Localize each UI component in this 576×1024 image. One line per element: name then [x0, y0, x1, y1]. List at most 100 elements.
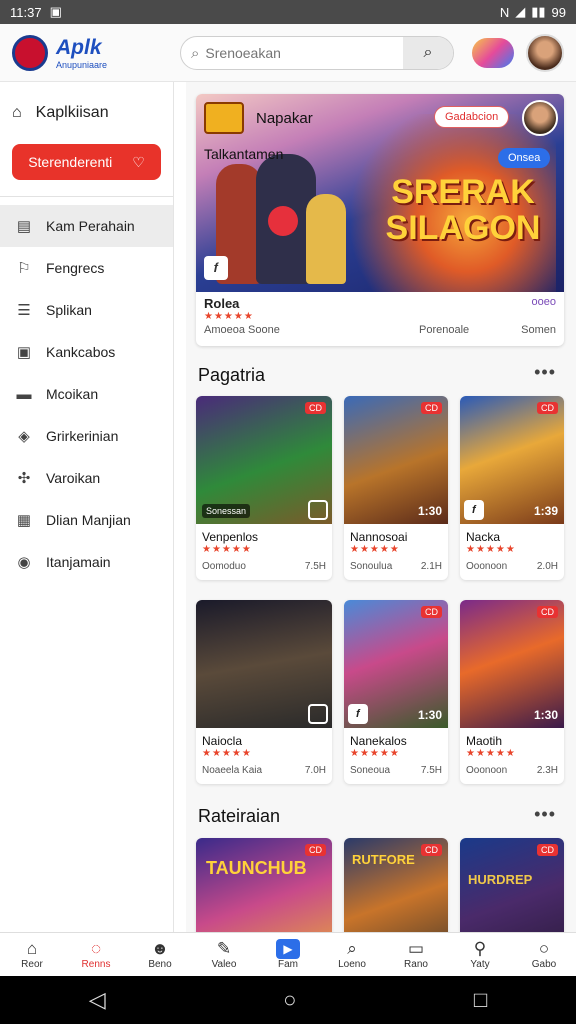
user-avatar[interactable] — [526, 34, 564, 72]
bottom-nav-item-2[interactable]: ☻ Beno — [128, 933, 192, 976]
card-stars: ★★★★★ — [466, 544, 516, 555]
card-duration: 2.0H — [536, 561, 558, 572]
sidebar: ⌂ Kaplkiisan Sterenderenti ♡ ▤ Kam Peraha… — [0, 82, 174, 932]
game-card[interactable]: Naiocla ★★★★★ Noaeela Kaia 7.0H — [196, 600, 332, 784]
card-tag: CD — [305, 402, 326, 414]
card-meta: Sonoulua — [350, 561, 393, 572]
bottom-nav-item-0[interactable]: ⌂ Reor — [0, 933, 64, 976]
recents-icon[interactable]: □ — [474, 987, 487, 1013]
sidebar-item-label: Kam Perahain — [46, 218, 135, 234]
bottom-nav-item-6[interactable]: ▭ Rano — [384, 933, 448, 976]
bottom-nav-label: Loeno — [338, 959, 366, 970]
shape-icon — [308, 704, 328, 724]
list-icon: ☰ — [17, 302, 31, 319]
system-nav-bar: ◁ ○ □ — [0, 976, 576, 1024]
game-card[interactable]: CD 𝒇 1:39 Nacka ★★★★★ Ooonoon 2.0H — [460, 396, 564, 580]
featured-game-title: SRERAK SILAGON — [385, 173, 541, 247]
sidebar-item-label: Itanjamain — [46, 554, 111, 570]
bottom-nav-item-7[interactable]: ⚲ Yaty — [448, 933, 512, 976]
sidebar-item-label: Mcoikan — [46, 386, 99, 402]
sidebar-home[interactable]: ⌂ Kaplkiisan — [0, 82, 173, 144]
sidebar-item-6[interactable]: ✣ Varoikan — [0, 457, 173, 499]
more-options-icon[interactable]: ••• — [534, 362, 556, 383]
brand-name: Aplk — [56, 35, 102, 59]
sidebar-item-3[interactable]: ▣ Kankcabos — [0, 331, 173, 373]
bottom-nav-item-5[interactable]: ⌕ Loeno — [320, 933, 384, 976]
bookmark-icon: ⚐ — [17, 260, 31, 277]
card-name: Maotih — [466, 734, 503, 748]
sidebar-action-button[interactable]: Sterenderenti ♡ — [12, 144, 161, 180]
compass-icon: ◈ — [18, 428, 30, 445]
signal-icon: ▮▮ — [531, 4, 546, 19]
circle-icon: ○ — [538, 939, 550, 958]
game-card[interactable]: CD Sonessan Venpenlos ★★★★★ Oomoduo 7.5H — [196, 396, 332, 580]
card-duration: 7.5H — [420, 765, 442, 776]
game-card[interactable]: CD RUTFORE — [344, 838, 448, 932]
more-options-icon[interactable]: ••• — [534, 804, 556, 825]
notification-icon: ▣ — [49, 4, 62, 19]
bottom-nav-item-3[interactable]: ✎ Valeo — [192, 933, 256, 976]
sidebar-item-1[interactable]: ⚐ Fengrecs — [0, 247, 173, 289]
featured-title: Napakar — [256, 110, 313, 127]
bottom-nav-item-1[interactable]: ◌ Renns — [64, 933, 128, 976]
sidebar-home-label: Kaplkiisan — [35, 104, 109, 121]
featured-pill-button[interactable]: Onsea — [498, 148, 551, 168]
featured-meta-right: ooeo — [531, 296, 556, 308]
bottom-nav-item-4[interactable]: ▶ Fam — [256, 933, 320, 976]
search-icon: ⌕ — [423, 44, 433, 61]
card-duration: 7.0H — [304, 765, 326, 776]
sidebar-item-7[interactable]: ▦ Dlian Manjian — [0, 499, 173, 541]
sidebar-item-0[interactable]: ▤ Kam Perahain — [0, 205, 173, 247]
search-bar: ⌕ ⌕ — [180, 36, 454, 70]
search-input[interactable] — [205, 45, 396, 61]
bottom-nav-label: Fam — [278, 959, 298, 970]
home-icon: ⌂ — [12, 104, 22, 121]
card-stars: ★★★★★ — [350, 748, 400, 759]
featured-badge-button[interactable]: Gadabcion — [434, 106, 510, 128]
bottom-nav-label: Beno — [148, 959, 172, 970]
featured-stars: ★★★★★ — [204, 311, 254, 322]
featured-info: Rolea ooeo ★★★★★ Amoeoa Soone Porenoale Som… — [204, 296, 556, 336]
search-button[interactable]: ⌕ — [403, 37, 453, 69]
game-card[interactable]: CD HURDREP — [460, 838, 564, 932]
sidebar-item-8[interactable]: ◉ Itanjamain — [0, 541, 173, 583]
game-thumbnail: CD HURDREP — [460, 838, 564, 932]
game-card[interactable]: CD 𝒇 1:30 Nanekalos ★★★★★ Soneoua 7.5H — [344, 600, 448, 784]
brand: Aplk Anupuniaare — [56, 36, 107, 70]
card-name: Naiocla — [202, 734, 243, 748]
sidebar-item-2[interactable]: ☰ Splikan — [0, 289, 173, 331]
game-card[interactable]: CD TAUNCHUB — [196, 838, 332, 932]
game-card[interactable]: CD 1:30 Maotih ★★★★★ Ooonoon 2.3H — [460, 600, 564, 784]
game-thumbnail: CD TAUNCHUB — [196, 838, 332, 932]
card-badge: Sonessan — [202, 504, 251, 518]
file-icon: ▤ — [16, 218, 32, 235]
puzzle-icon: ✣ — [17, 470, 31, 487]
bottom-nav-label: Gabo — [531, 959, 557, 970]
tablet-icon: ▣ — [16, 344, 32, 361]
game-card[interactable]: CD 1:30 Nannosoai ★★★★★ Sonoulua 2.1H — [344, 396, 448, 580]
search-icon: ⌕ — [191, 44, 200, 62]
section-title: Rateiraian — [198, 806, 281, 826]
game-thumbnail: CD RUTFORE — [344, 838, 448, 932]
featured-corner-icon: 𝒇 — [204, 256, 228, 280]
featured-card[interactable]: Napakar Talkantamen Gadabcion Onsea SRER… — [196, 94, 564, 346]
shape-icon — [308, 500, 328, 520]
sidebar-item-5[interactable]: ◈ Grirkerinian — [0, 415, 173, 457]
home-circle-icon[interactable]: ○ — [283, 987, 296, 1013]
app-header: Aplk Anupuniaare ⌕ ⌕ — [0, 24, 576, 82]
app-logo[interactable] — [12, 34, 48, 71]
back-icon[interactable]: ◁ — [89, 987, 106, 1013]
search-icon: ⌕ — [347, 939, 357, 958]
user-icon: ☻ — [151, 939, 169, 958]
card-tag: CD — [421, 844, 442, 856]
sidebar-item-4[interactable]: ▬ Mcoikan — [0, 373, 173, 415]
card-stars: ★★★★★ — [350, 544, 400, 555]
calendar-icon: ▦ — [16, 512, 32, 529]
profile-switcher-avatar[interactable] — [472, 38, 514, 68]
bottom-nav-item-8[interactable]: ○ Gabo — [512, 933, 576, 976]
featured-subtitle: Talkantamen — [204, 146, 284, 162]
sidebar-action-label: Sterenderenti — [28, 154, 113, 170]
sidebar-item-label: Splikan — [46, 302, 92, 318]
card-tag: CD — [305, 844, 326, 856]
brand-subtitle: Anupuniaare — [56, 59, 108, 70]
